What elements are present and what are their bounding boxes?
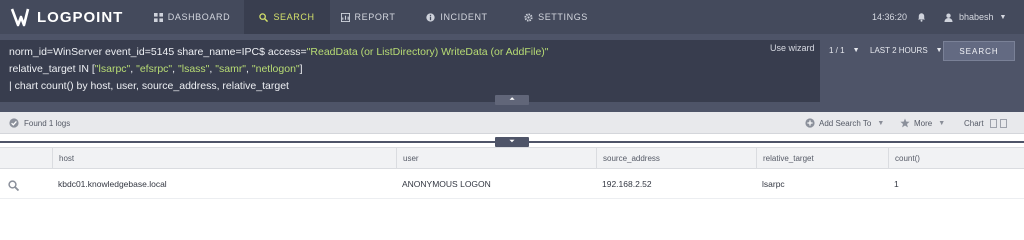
found-logs: Found 1 logs bbox=[9, 112, 70, 134]
bar-chart-icon[interactable] bbox=[989, 118, 997, 128]
column-header-count[interactable]: count() bbox=[888, 148, 1024, 170]
cell-source-address: 192.168.2.52 bbox=[602, 179, 652, 189]
pager-text: 1 / 1 bbox=[829, 46, 845, 55]
chevron-down-icon: ▼ bbox=[999, 13, 1007, 21]
username: bhabesh bbox=[959, 12, 994, 22]
magnifier-icon[interactable] bbox=[8, 180, 19, 191]
logo[interactable]: LOGPOINT bbox=[9, 6, 123, 28]
user-icon bbox=[944, 13, 953, 22]
table-header: host user source_address relative_target… bbox=[0, 147, 1024, 170]
chevron-down-icon: ⏷ bbox=[509, 138, 515, 145]
column-header-user[interactable]: user bbox=[396, 148, 596, 170]
top-navigation-bar: LOGPOINT DASHBOARD SEARCH REPORT INCIDEN… bbox=[0, 0, 1024, 34]
query-text: ] bbox=[299, 63, 303, 75]
table-header-spacer bbox=[0, 148, 52, 170]
cell-count: 1 bbox=[894, 179, 899, 189]
query-line-2: relative_target IN ["lsarpc", "efsrpc", … bbox=[9, 61, 811, 78]
query-panel: norm_id=WinServer event_id=5145 share_na… bbox=[0, 34, 1024, 112]
star-icon bbox=[900, 118, 910, 128]
collapse-toggle-button[interactable]: ⏷ bbox=[495, 137, 529, 147]
table-view-icon[interactable] bbox=[999, 118, 1007, 128]
add-search-to-label: Add Search To bbox=[819, 118, 872, 128]
query-line-1: norm_id=WinServer event_id=5145 share_na… bbox=[9, 44, 811, 61]
tab-incident[interactable]: INCIDENT bbox=[414, 0, 500, 34]
tab-dashboard-label: DASHBOARD bbox=[167, 12, 231, 22]
tab-report[interactable]: REPORT bbox=[330, 0, 406, 34]
query-string: "netlogon" bbox=[251, 63, 300, 75]
repo-pager[interactable]: 1 / 1 ▼ bbox=[829, 46, 860, 55]
query-text: norm_id=WinServer event_id=5145 share_na… bbox=[9, 46, 307, 58]
found-logs-text: Found 1 logs bbox=[24, 118, 71, 128]
chevron-down-icon: ▼ bbox=[935, 47, 943, 54]
column-header-host[interactable]: host bbox=[52, 148, 396, 170]
tab-dashboard[interactable]: DASHBOARD bbox=[142, 0, 242, 34]
notifications-button[interactable] bbox=[917, 0, 926, 34]
tab-search[interactable]: SEARCH bbox=[244, 0, 330, 34]
dashboard-icon bbox=[153, 12, 163, 22]
chevron-down-icon: ▼ bbox=[877, 119, 885, 127]
time-range-label: LAST 2 HOURS bbox=[870, 46, 928, 55]
check-circle-icon bbox=[9, 118, 19, 128]
tab-incident-label: INCIDENT bbox=[440, 12, 488, 22]
tab-settings[interactable]: SETTINGS bbox=[508, 0, 604, 34]
user-menu[interactable]: bhabesh ▼ bbox=[944, 0, 1006, 34]
gear-icon bbox=[524, 12, 533, 22]
chart-view-icons bbox=[989, 118, 1007, 128]
column-header-source-address[interactable]: source_address bbox=[596, 148, 756, 170]
chart-toggle[interactable]: Chart bbox=[964, 112, 1007, 134]
query-editor[interactable]: norm_id=WinServer event_id=5145 share_na… bbox=[0, 40, 820, 102]
clock: 14:36:20 bbox=[872, 12, 908, 22]
tab-settings-label: SETTINGS bbox=[538, 12, 588, 22]
logo-text: LOGPOINT bbox=[37, 8, 124, 26]
chevron-down-icon: ▼ bbox=[938, 119, 946, 127]
query-line-3: | chart count() by host, user, source_ad… bbox=[9, 80, 289, 92]
search-button[interactable]: SEARCH bbox=[943, 41, 1015, 61]
info-icon bbox=[426, 12, 435, 22]
time-range-dropdown[interactable]: LAST 2 HOURS ▼ bbox=[870, 46, 943, 55]
bell-icon bbox=[918, 13, 925, 22]
chevron-down-icon: ▼ bbox=[852, 47, 860, 54]
query-string: "efsrpc" bbox=[136, 63, 173, 75]
expand-query-button[interactable]: ⏶ bbox=[495, 95, 529, 105]
cell-user: ANONYMOUS LOGON bbox=[402, 179, 491, 189]
more-label: More bbox=[914, 118, 933, 128]
cell-host: kbdc01.knowledgebase.local bbox=[58, 179, 167, 189]
results-status-bar: Found 1 logs Add Search To ▼ More ▼ Char… bbox=[0, 112, 1024, 134]
search-icon bbox=[259, 12, 269, 22]
tab-search-label: SEARCH bbox=[273, 12, 315, 22]
query-string: "lsarpc" bbox=[94, 63, 131, 75]
query-string: "lsass" bbox=[178, 63, 210, 75]
tab-report-label: REPORT bbox=[354, 12, 396, 22]
add-search-to-button[interactable]: Add Search To ▼ bbox=[805, 112, 884, 134]
report-icon bbox=[340, 12, 350, 22]
query-string: "ReadData (or ListDirectory) WriteData (… bbox=[306, 46, 549, 58]
chevron-up-icon: ⏶ bbox=[509, 96, 515, 103]
column-header-relative-target[interactable]: relative_target bbox=[756, 148, 888, 170]
table-row[interactable]: kbdc01.knowledgebase.local ANONYMOUS LOG… bbox=[0, 169, 1024, 199]
more-menu-button[interactable]: More ▼ bbox=[900, 112, 945, 134]
query-string: "samr" bbox=[215, 63, 247, 75]
use-wizard-link[interactable]: Use wizard bbox=[770, 43, 815, 53]
chart-label: Chart bbox=[964, 118, 984, 128]
cell-relative-target: lsarpc bbox=[762, 179, 785, 189]
query-text: relative_target IN [ bbox=[9, 63, 95, 75]
plus-circle-icon bbox=[805, 118, 815, 128]
logo-mark-icon bbox=[10, 8, 30, 27]
